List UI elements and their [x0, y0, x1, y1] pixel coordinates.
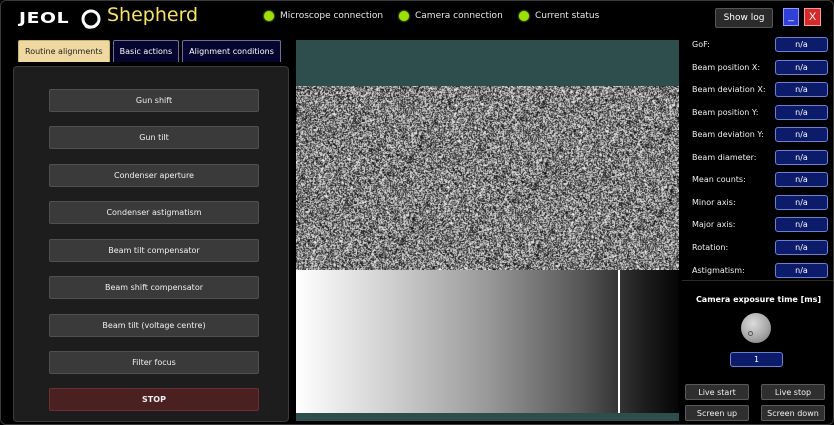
- beam-tilt-compensator-button[interactable]: Beam tilt compensator: [49, 239, 259, 262]
- tab-alignment-conditions[interactable]: Alignment conditions: [182, 40, 281, 62]
- show-log-button[interactable]: Show log: [715, 8, 773, 28]
- param-row-minor-axis: Minor axis: n/a: [682, 195, 833, 211]
- param-row-beam-position-y: Beam position Y: n/a: [682, 105, 833, 121]
- routine-alignments-panel: Gun shift Gun tilt Condenser aperture Co…: [13, 66, 289, 422]
- param-row-major-axis: Major axis: n/a: [682, 217, 833, 233]
- tab-routine-alignments[interactable]: Routine alignments: [18, 40, 110, 62]
- param-value: n/a: [775, 150, 828, 165]
- param-label: Major axis:: [692, 220, 736, 229]
- status-ok-icon: [519, 11, 529, 21]
- title-bar: JEOL Shepherd Microscope connection Came…: [1, 1, 833, 35]
- param-value: n/a: [775, 60, 828, 75]
- param-label: Beam deviation X:: [692, 85, 766, 94]
- param-value: n/a: [775, 37, 828, 52]
- stop-button[interactable]: STOP: [49, 388, 259, 411]
- status-ok-icon: [264, 11, 274, 21]
- status-current: Current status: [519, 11, 599, 21]
- param-value: n/a: [775, 82, 828, 97]
- beam-shift-compensator-button[interactable]: Beam shift compensator: [49, 276, 259, 299]
- param-label: Beam position X:: [692, 63, 761, 72]
- param-value: n/a: [775, 105, 828, 120]
- app-window: JEOL Shepherd Microscope connection Came…: [0, 0, 834, 425]
- exposure-title: Camera exposure time [ms]: [695, 295, 822, 304]
- camera-gradient-image: [296, 270, 679, 413]
- param-row-beam-position-x: Beam position X: n/a: [682, 60, 833, 76]
- app-title: Shepherd: [107, 4, 199, 26]
- status-label: Current status: [535, 11, 600, 21]
- param-value: n/a: [775, 263, 828, 278]
- param-label: Beam position Y:: [692, 108, 759, 117]
- status-microscope: Microscope connection: [264, 11, 383, 21]
- camera-noise-image: [296, 86, 679, 270]
- screen-down-button[interactable]: Screen down: [761, 405, 825, 421]
- exposure-value[interactable]: 1: [730, 352, 783, 367]
- knob-indicator-icon: [748, 331, 753, 336]
- live-start-button[interactable]: Live start: [685, 384, 749, 400]
- condenser-astigmatism-button[interactable]: Condenser astigmatism: [49, 201, 259, 224]
- close-button[interactable]: X: [804, 8, 821, 26]
- panel-divider: [682, 280, 833, 281]
- jeol-logo: JEOL: [19, 7, 101, 29]
- param-row-beam-deviation-x: Beam deviation X: n/a: [682, 82, 833, 98]
- param-row-mean-counts: Mean counts: n/a: [682, 172, 833, 188]
- param-value: n/a: [775, 127, 828, 142]
- camera-view[interactable]: [296, 40, 679, 421]
- exposure-knob[interactable]: [741, 313, 771, 343]
- param-label: Rotation:: [692, 243, 729, 252]
- param-row-astigmatism: Astigmatism: n/a: [682, 263, 833, 279]
- param-label: Astigmatism:: [692, 266, 745, 275]
- param-row-gof: GoF: n/a: [682, 37, 833, 53]
- param-label: Mean counts:: [692, 175, 746, 184]
- minimize-button[interactable]: _: [783, 8, 799, 26]
- gun-tilt-button[interactable]: Gun tilt: [49, 126, 259, 149]
- param-row-beam-deviation-y: Beam deviation Y: n/a: [682, 127, 833, 143]
- beam-tilt-voltage-centre-button[interactable]: Beam tilt (voltage centre): [49, 314, 259, 337]
- screen-up-button[interactable]: Screen up: [685, 405, 749, 421]
- status-ok-icon: [399, 11, 409, 21]
- param-label: Beam diameter:: [692, 153, 757, 162]
- param-value: n/a: [775, 217, 828, 232]
- gun-shift-button[interactable]: Gun shift: [49, 89, 259, 112]
- logo-text: JEOL: [19, 9, 70, 27]
- param-label: Minor axis:: [692, 198, 736, 207]
- param-value: n/a: [775, 195, 828, 210]
- tab-basic-actions[interactable]: Basic actions: [112, 40, 180, 62]
- param-label: GoF:: [692, 40, 710, 49]
- beam-parameters-panel: GoF: n/a Beam position X: n/a Beam devia…: [682, 35, 833, 424]
- param-row-beam-diameter: Beam diameter: n/a: [682, 150, 833, 166]
- live-stop-button[interactable]: Live stop: [761, 384, 825, 400]
- param-value: n/a: [775, 172, 828, 187]
- param-value: n/a: [775, 240, 828, 255]
- status-label: Camera connection: [415, 11, 503, 21]
- status-label: Microscope connection: [280, 11, 384, 21]
- tab-bar: Routine alignments Basic actions Alignme…: [18, 40, 281, 62]
- status-camera: Camera connection: [399, 11, 503, 21]
- filter-focus-button[interactable]: Filter focus: [49, 351, 259, 374]
- param-label: Beam deviation Y:: [692, 130, 764, 139]
- logo-ring-icon: [81, 9, 101, 29]
- param-row-rotation: Rotation: n/a: [682, 240, 833, 256]
- camera-marker-line: [618, 270, 620, 413]
- condenser-aperture-button[interactable]: Condenser aperture: [49, 164, 259, 187]
